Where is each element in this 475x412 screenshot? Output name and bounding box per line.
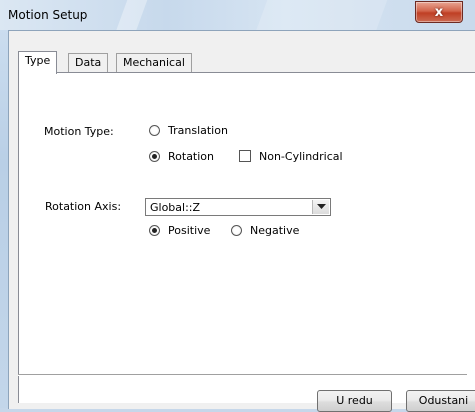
tab-mechanical[interactable]: Mechanical [116,53,192,73]
rotation-axis-select[interactable]: Global::Z [145,198,331,216]
positive-radio-label[interactable]: Positive [168,224,210,237]
cancel-button[interactable]: Odustani [406,390,475,412]
window-title: Motion Setup [8,8,88,22]
negative-radio[interactable] [231,225,242,236]
dialog-client-area: Type Data Mechanical Motion Type: Transl… [8,30,475,409]
positive-radio[interactable] [149,225,160,236]
close-button[interactable]: x [415,1,463,23]
tab-panel-type: Motion Type: Translation Rotation Non-Cy… [18,72,475,403]
close-icon: x [434,4,444,20]
non-cylindrical-label[interactable]: Non-Cylindrical [259,150,343,163]
tab-data[interactable]: Data [68,53,109,73]
chevron-down-icon[interactable] [312,200,329,214]
title-bar[interactable]: Motion Setup x [0,0,475,30]
translation-radio-label[interactable]: Translation [168,124,228,137]
translation-radio[interactable] [149,125,160,136]
non-cylindrical-checkbox[interactable] [239,150,251,162]
negative-radio-label[interactable]: Negative [250,224,299,237]
tab-type[interactable]: Type [18,51,58,74]
rotation-axis-value: Global::Z [150,201,201,214]
motion-type-label: Motion Type: [44,125,114,138]
ok-button[interactable]: U redu [317,390,392,412]
rotation-axis-label: Rotation Axis: [45,200,122,213]
rotation-radio-label[interactable]: Rotation [168,150,214,163]
dialog-separator [18,374,467,376]
rotation-radio[interactable] [149,151,160,162]
